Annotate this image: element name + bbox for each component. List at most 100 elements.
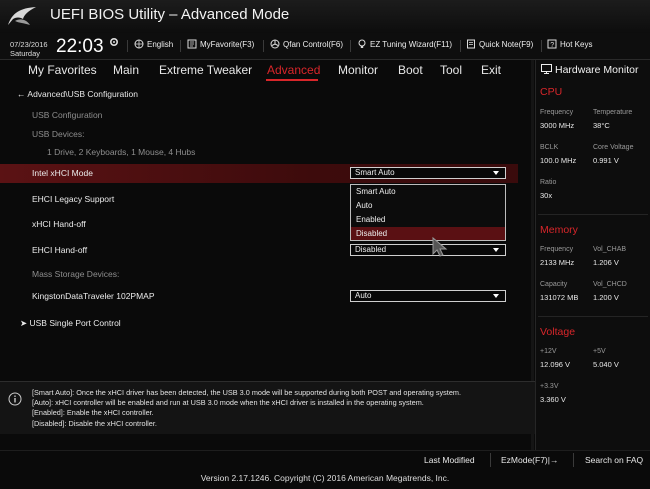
- cpu-frequency-label: Frequency: [540, 109, 574, 116]
- cpu-frequency-value: 3000 MHz: [540, 121, 575, 130]
- quick-note-button[interactable]: Quick Note(F9): [466, 39, 533, 49]
- ez-tuning-button[interactable]: EZ Tuning Wizard(F11): [357, 39, 452, 49]
- language-label: English: [147, 39, 174, 49]
- usb-devices-label: USB Devices:: [32, 129, 85, 139]
- date-display: 07/23/2016 Saturday: [10, 40, 48, 58]
- memory-frequency-value: 2133 MHz: [540, 258, 575, 267]
- dropdown-option-auto[interactable]: Auto: [351, 199, 505, 213]
- gear-icon[interactable]: [109, 37, 119, 47]
- dropdown-arrow-icon: [493, 248, 499, 252]
- divider: [180, 40, 181, 52]
- help-line-enabled: [Enabled]: Enable the xHCI controller.: [32, 408, 154, 417]
- fan-icon: [270, 39, 280, 49]
- active-tab-indicator: [266, 79, 318, 81]
- divider: [127, 40, 128, 52]
- bclk-label: BCLK: [540, 144, 559, 151]
- capacity-value: 131072 MB: [540, 293, 579, 302]
- ehci-handoff-value: Disabled: [355, 245, 387, 254]
- breadcrumb-path: Advanced\USB Configuration: [27, 89, 138, 99]
- menu-boot[interactable]: Boot: [398, 63, 423, 77]
- ehci-handoff-select[interactable]: Disabled: [350, 244, 506, 256]
- last-modified-button[interactable]: Last Modified: [424, 455, 475, 465]
- hardware-monitor-panel: [535, 60, 650, 450]
- kingston-device-label[interactable]: KingstonDataTraveler 102PMAP: [32, 291, 155, 301]
- vol-chcd-label: Vol_CHCD: [593, 281, 627, 288]
- xhci-handoff-label[interactable]: xHCI Hand-off: [32, 219, 86, 229]
- mass-storage-label: Mass Storage Devices:: [32, 269, 120, 279]
- hot-keys-button[interactable]: ? Hot Keys: [547, 39, 592, 49]
- dropdown-arrow-icon: [493, 294, 499, 298]
- v5-label: +5V: [593, 348, 606, 355]
- dropdown-option-enabled[interactable]: Enabled: [351, 213, 505, 227]
- myfavorite-label: MyFavorite(F3): [200, 39, 255, 49]
- v33-label: +3.3V: [540, 383, 559, 390]
- search-faq-button[interactable]: Search on FAQ: [585, 455, 643, 465]
- usb-single-port-control-link[interactable]: ➤ USB Single Port Control: [20, 318, 121, 329]
- qfan-label: Qfan Control(F6): [283, 39, 344, 49]
- mouse-cursor-icon: [432, 236, 448, 257]
- dropdown-option-disabled[interactable]: Disabled: [351, 227, 505, 240]
- menu-main[interactable]: Main: [113, 63, 139, 77]
- ehci-handoff-label[interactable]: EHCI Hand-off: [32, 245, 87, 255]
- note-icon: [467, 39, 475, 49]
- vol-chab-value: 1.206 V: [593, 258, 619, 267]
- time-display: 22:03: [56, 36, 104, 57]
- monitor-icon: [541, 64, 552, 74]
- menu-my-favorites[interactable]: My Favorites: [28, 63, 97, 77]
- qfan-button[interactable]: Qfan Control(F6): [270, 39, 343, 49]
- vol-chcd-value: 1.200 V: [593, 293, 619, 302]
- menu-monitor[interactable]: Monitor: [338, 63, 378, 77]
- help-icon: ?: [547, 39, 557, 49]
- bclk-value: 100.0 MHz: [540, 156, 577, 165]
- usb-devices-value: 1 Drive, 2 Keyboards, 1 Mouse, 4 Hubs: [47, 147, 196, 157]
- core-voltage-label: Core Voltage: [593, 144, 634, 151]
- breadcrumb[interactable]: ← Advanced\USB Configuration: [17, 89, 138, 99]
- divider: [541, 40, 542, 52]
- cpu-heading: CPU: [540, 86, 563, 98]
- ehci-legacy-support-label[interactable]: EHCI Legacy Support: [32, 194, 114, 204]
- menu-tool[interactable]: Tool: [440, 63, 462, 77]
- hot-keys-label: Hot Keys: [560, 39, 593, 49]
- intel-xhci-mode-value: Smart Auto: [355, 168, 395, 177]
- v12-label: +12V: [540, 348, 557, 355]
- divider: [538, 316, 648, 317]
- memory-frequency-label: Frequency: [540, 246, 574, 253]
- help-line-disabled: [Disabled]: Disable the xHCI controller.: [32, 419, 157, 428]
- app-title: UEFI BIOS Utility – Advanced Mode: [50, 6, 290, 23]
- divider: [573, 453, 574, 467]
- help-line-auto: [Auto]: xHCI controller will be enabled …: [32, 398, 424, 407]
- rog-logo-icon: [8, 7, 36, 25]
- divider: [263, 40, 264, 52]
- cpu-temperature-label: Temperature: [593, 109, 633, 116]
- menu-extreme-tweaker[interactable]: Extreme Tweaker: [159, 63, 252, 77]
- back-arrow-icon[interactable]: ←: [17, 89, 26, 99]
- hardware-monitor-title: Hardware Monitor: [555, 64, 639, 76]
- date-text: 07/23/2016: [10, 40, 48, 49]
- usb-single-port-control-label: USB Single Port Control: [29, 318, 121, 328]
- voltage-heading: Voltage: [540, 326, 576, 338]
- capacity-label: Capacity: [540, 281, 568, 288]
- divider: [490, 453, 491, 467]
- dropdown-option-smart-auto[interactable]: Smart Auto: [351, 185, 505, 199]
- myfavorite-button[interactable]: MyFavorite(F3): [187, 39, 254, 49]
- menu-exit[interactable]: Exit: [481, 63, 501, 77]
- version-text: Version 2.17.1246. Copyright (C) 2016 Am…: [200, 473, 450, 483]
- language-button[interactable]: English: [134, 39, 173, 49]
- cpu-temperature-value: 38°C: [593, 121, 610, 130]
- ratio-label: Ratio: [540, 179, 557, 186]
- divider: [350, 40, 351, 52]
- section-title: USB Configuration: [32, 110, 103, 120]
- core-voltage-value: 0.991 V: [593, 156, 619, 165]
- ratio-value: 30x: [540, 191, 553, 200]
- xhci-mode-dropdown-list: Smart Auto Auto Enabled Disabled: [350, 184, 506, 241]
- svg-text:?: ?: [550, 42, 554, 49]
- v5-value: 5.040 V: [593, 360, 619, 369]
- divider: [538, 214, 648, 215]
- kingston-device-select[interactable]: Auto: [350, 290, 506, 302]
- ezmode-button[interactable]: EzMode(F7)|→: [501, 455, 558, 465]
- menu-advanced[interactable]: Advanced: [267, 63, 320, 77]
- dropdown-arrow-icon: [493, 171, 499, 175]
- intel-xhci-mode-select[interactable]: Smart Auto: [350, 167, 506, 179]
- intel-xhci-mode-label[interactable]: Intel xHCI Mode: [32, 168, 93, 178]
- bulb-icon: [358, 39, 366, 48]
